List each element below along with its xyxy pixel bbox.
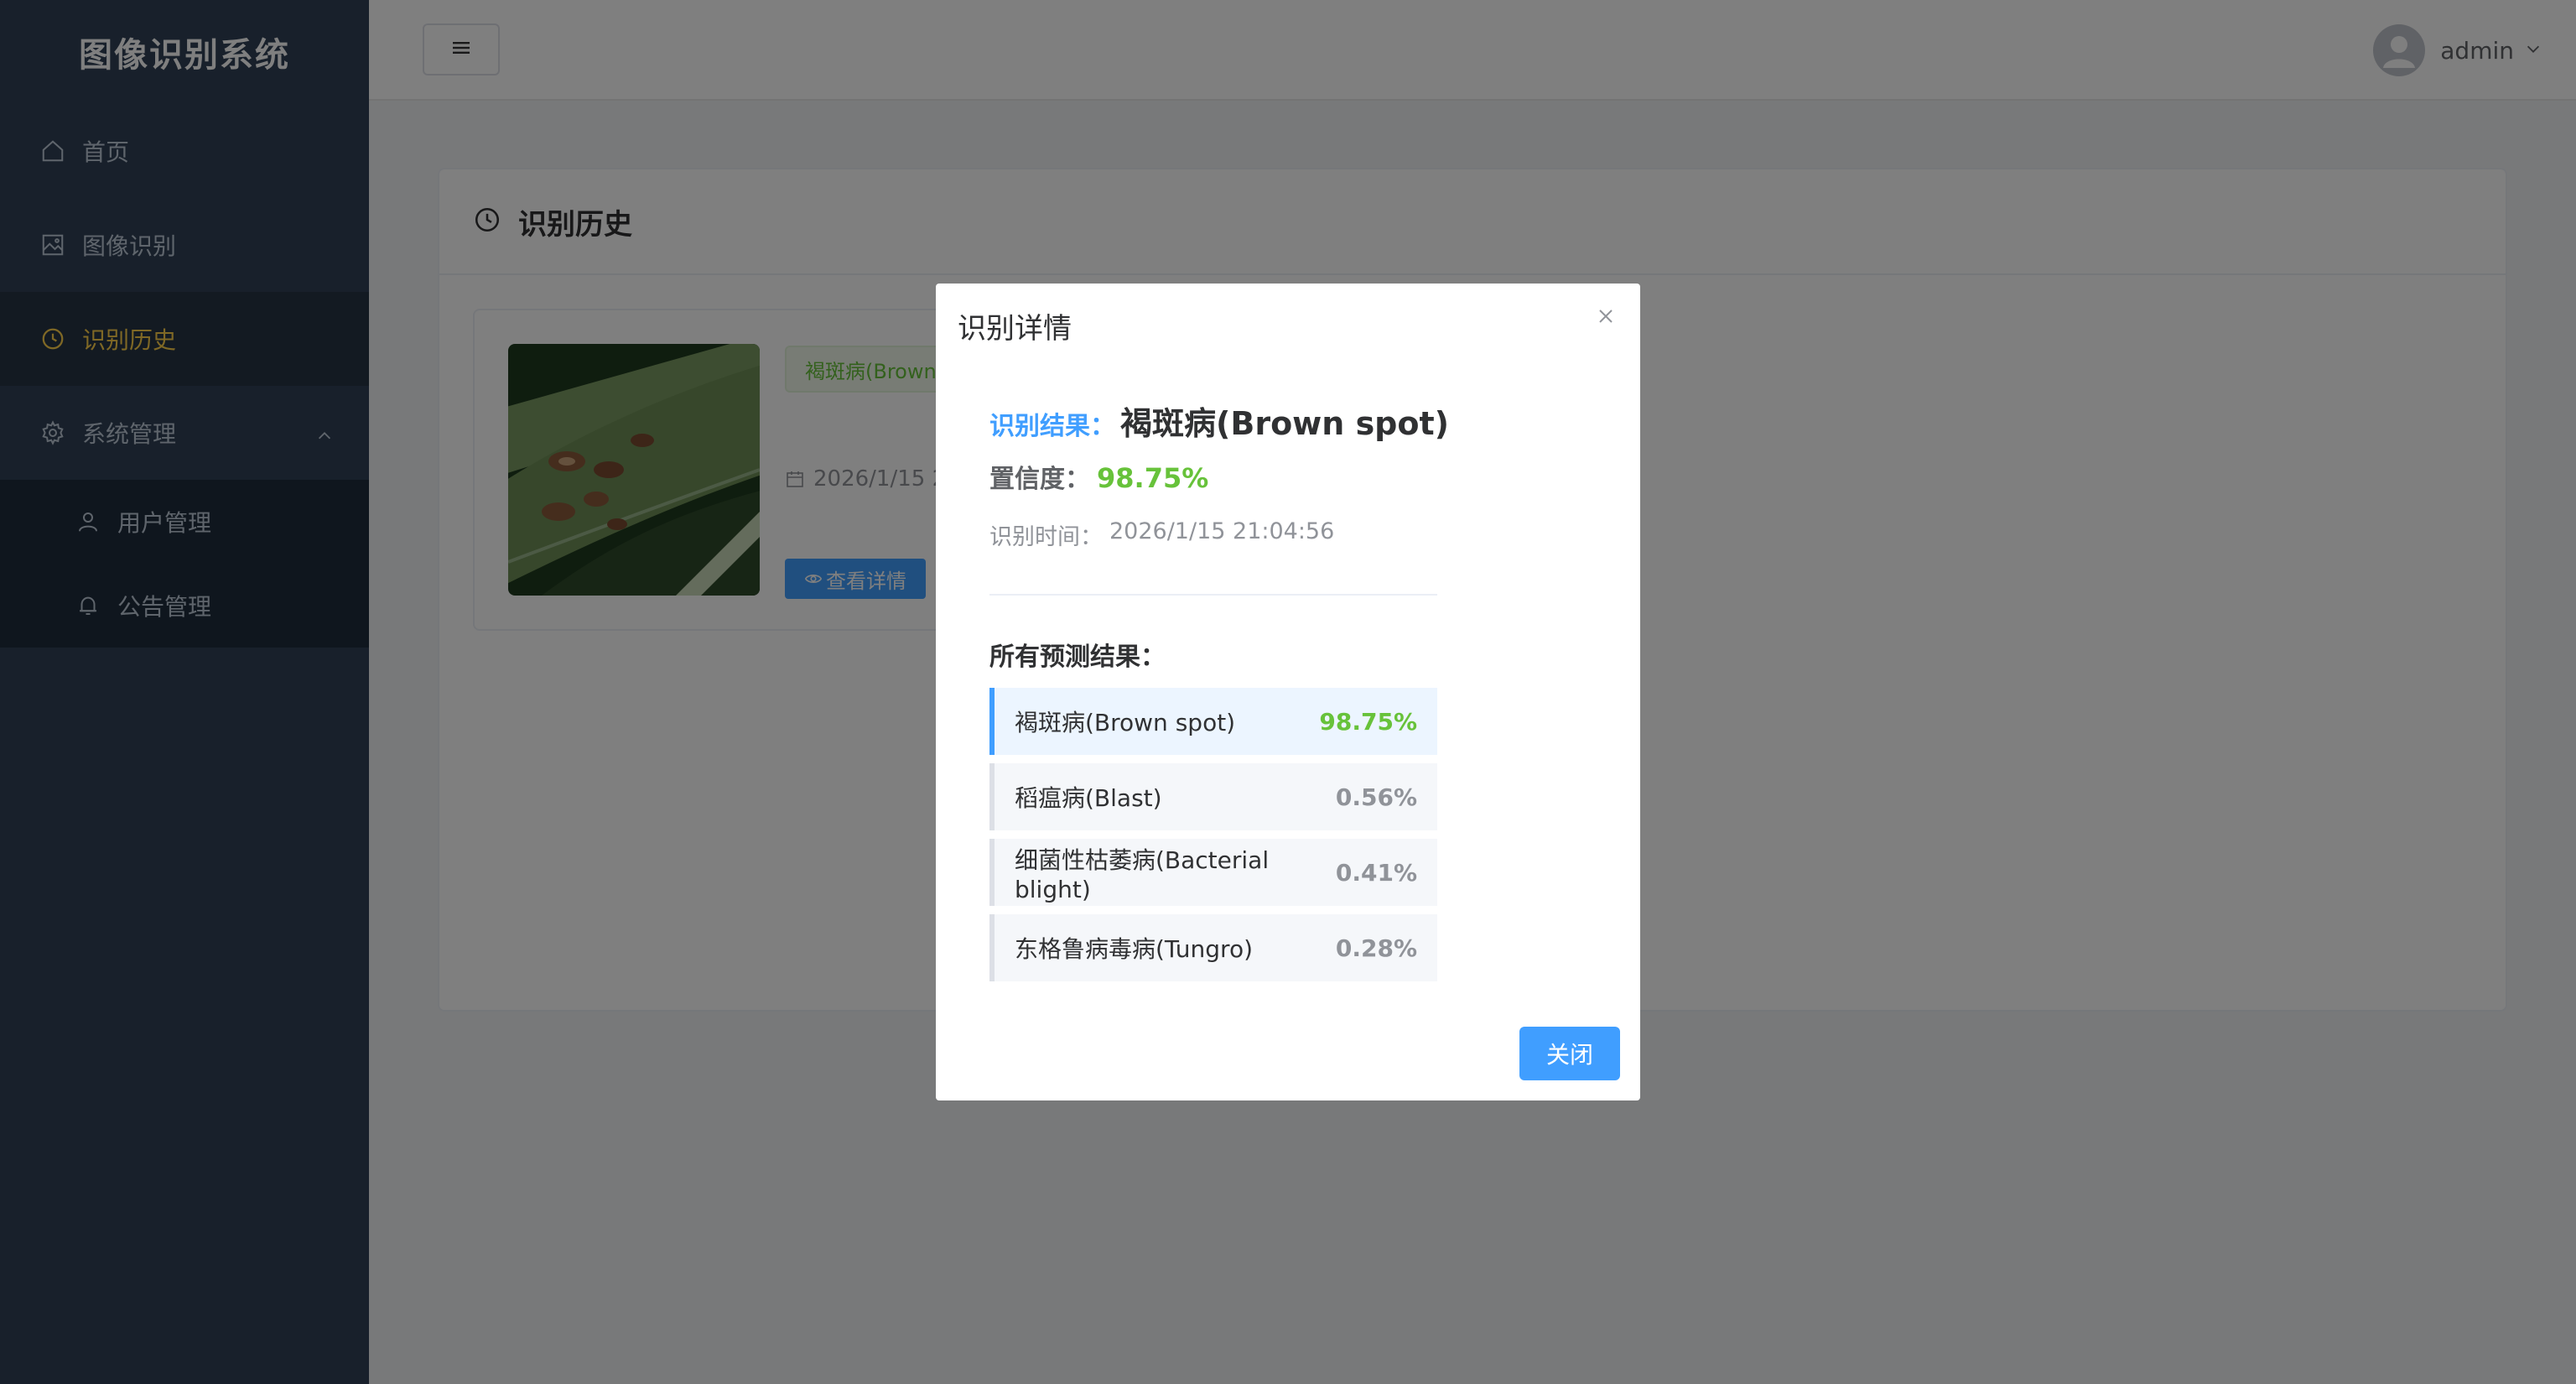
- prediction-row: 细菌性枯萎病(Bacterial blight) 0.41%: [989, 839, 1437, 906]
- predictions-list: 褐斑病(Brown spot) 98.75% 稻瘟病(Blast) 0.56% …: [989, 688, 1437, 990]
- confidence-line: 置信度： 98.75%: [989, 458, 1208, 495]
- close-button[interactable]: 关闭: [1519, 1027, 1620, 1080]
- prediction-name: 细菌性枯萎病(Bacterial blight): [1015, 845, 1270, 903]
- all-predictions-title: 所有预测结果：: [989, 643, 1166, 672]
- detail-dialog: 识别详情 识别结果： 褐斑病(Brown spot) 置信度： 98.75% 识…: [936, 284, 1640, 1100]
- prediction-value: 0.56%: [1335, 783, 1417, 811]
- close-icon[interactable]: [1593, 304, 1618, 329]
- result-label: 识别结果：: [989, 412, 1115, 441]
- result-value: 褐斑病(Brown spot): [1120, 405, 1450, 442]
- confidence-label: 置信度：: [989, 465, 1090, 494]
- prediction-value: 0.41%: [1335, 858, 1417, 887]
- recognition-time-line: 识别时间： 2026/1/15 21:04:56: [989, 518, 1334, 551]
- prediction-row: 褐斑病(Brown spot) 98.75%: [989, 688, 1437, 755]
- prediction-value: 98.75%: [1319, 707, 1417, 736]
- dialog-title: 识别详情: [958, 312, 1072, 346]
- prediction-name: 稻瘟病(Blast): [1015, 784, 1162, 812]
- result-line: 识别结果： 褐斑病(Brown spot): [989, 398, 1449, 444]
- confidence-value: 98.75%: [1097, 462, 1209, 494]
- prediction-row: 东格鲁病毒病(Tungro) 0.28%: [989, 914, 1437, 981]
- prediction-row: 稻瘟病(Blast) 0.56%: [989, 763, 1437, 830]
- divider: [989, 594, 1437, 596]
- prediction-value: 0.28%: [1335, 934, 1417, 962]
- time-value: 2026/1/15 21:04:56: [1109, 518, 1335, 544]
- prediction-name: 褐斑病(Brown spot): [1015, 709, 1236, 736]
- prediction-name: 东格鲁病毒病(Tungro): [1015, 935, 1253, 963]
- time-label: 识别时间：: [989, 524, 1103, 550]
